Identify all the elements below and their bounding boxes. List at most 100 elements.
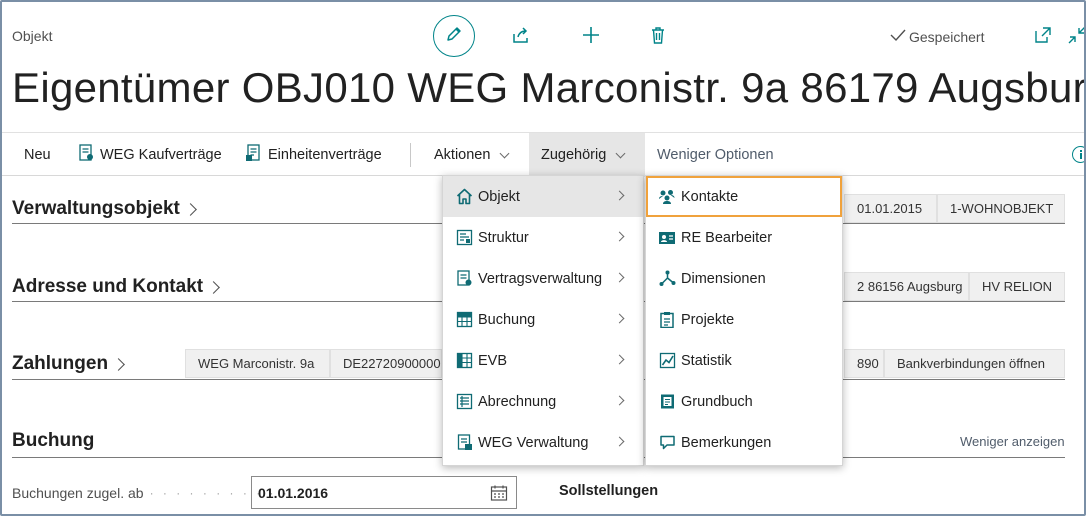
summary-chip[interactable]: 01.01.2015 [844,194,937,223]
section-verwaltungsobjekt-title: Verwaltungsobjekt [12,198,180,219]
chevron-right-icon [614,354,625,365]
collapse-icon [1067,25,1084,50]
chevron-right-icon [614,272,625,283]
menu-item-struktur[interactable]: Struktur [443,217,643,258]
collapse-button[interactable] [1066,25,1084,50]
weg-kaufvertraege-button[interactable]: WEG Kaufverträge [78,133,222,177]
info-icon[interactable] [1072,146,1084,163]
menu-item-vertragsverwaltung[interactable]: Vertragsverwaltung [443,258,643,299]
weg-admin-icon [455,434,473,452]
contract-icon [455,270,473,288]
dimensions-icon [658,270,676,288]
aktionen-menu-button[interactable]: Aktionen [434,133,510,177]
chevron-right-icon [184,202,197,216]
edit-button[interactable] [433,15,475,57]
aktionen-label: Aktionen [434,147,491,163]
open-new-window-button[interactable] [1032,26,1054,48]
weniger-anzeigen-link[interactable]: Weniger anzeigen [960,434,1065,449]
checkmark-icon [890,28,906,45]
zugehoerig-label: Zugehörig [541,147,607,163]
calendar-icon[interactable] [490,484,508,505]
menu-item-label: Kontakte [681,188,739,205]
section-zahlungen-title: Zahlungen [12,353,109,374]
submenu-item-kontakte[interactable]: Kontakte [646,176,842,217]
page-frame: Objekt Gespeichert Eigentümer OBJ010 WEG… [0,0,1086,516]
share-button[interactable] [510,26,532,48]
chevron-right-icon [614,436,625,447]
submenu-item-re-bearbeiter[interactable]: RE Bearbeiter [646,217,842,258]
submenu-item-statistik[interactable]: Statistik [646,340,842,381]
chevron-right-icon [112,357,125,371]
breadcrumb[interactable]: Objekt [12,28,52,44]
saved-status: Gespeichert [890,28,984,45]
zugehoerig-menu-button[interactable]: Zugehörig [529,133,645,177]
chevron-down-icon [615,148,626,158]
field-value: 01.01.2016 [258,484,329,501]
saved-status-label: Gespeichert [909,28,985,45]
menu-item-abrechnung[interactable]: Abrechnung [443,381,643,422]
statistics-icon [658,352,676,370]
chevron-right-icon [614,190,625,201]
new-button[interactable]: Neu [24,133,51,177]
menu-item-label: EVB [478,352,508,369]
section-adresse-kontakt[interactable]: Adresse und Kontakt [12,276,220,298]
new-record-button[interactable] [580,26,602,48]
zugehoerig-dropdown-menu: Objekt Struktur Vertragsverwaltung Buchu… [442,175,644,466]
contract-icon [78,144,95,166]
summary-chip[interactable]: 890 [844,349,884,378]
submenu-item-grundbuch[interactable]: Grundbuch [646,381,842,422]
action-bar-separator [410,143,411,167]
section-buchung[interactable]: Buchung [12,430,94,452]
chevron-right-icon [207,280,220,294]
buchungen-zugel-ab-field[interactable]: 01.01.2016 [251,476,517,509]
summary-chip[interactable]: HV RELION [969,272,1065,301]
menu-item-label: Vertragsverwaltung [478,270,603,287]
section-zahlungen[interactable]: Zahlungen [12,353,125,375]
section-buchung-title: Buchung [12,430,95,451]
summary-chip[interactable]: 1-WOHNOBJEKT [937,194,1065,223]
field-label-text: Buchungen zugel. ab [12,485,144,501]
chevron-right-icon [614,231,625,242]
delete-button[interactable] [647,26,669,48]
section-verwaltungsobjekt[interactable]: Verwaltungsobjekt [12,198,197,220]
menu-item-buchung[interactable]: Buchung [443,299,643,340]
share-icon [511,25,531,50]
menu-item-objekt[interactable]: Objekt [443,176,643,217]
menu-item-label: Struktur [478,229,529,246]
trash-icon [648,25,668,50]
summary-chip[interactable]: WEG Marconistr. 9a [185,349,330,378]
chevron-right-icon [614,395,625,406]
menu-item-label: Objekt [478,188,520,205]
plus-icon [581,25,601,50]
chevron-down-icon [499,148,510,158]
summary-chip[interactable]: 2 86156 Augsburg [844,272,969,301]
objekt-submenu: Kontakte RE Bearbeiter Dimensionen Proje… [645,175,843,466]
page-title: Eigentümer OBJ010 WEG Marconistr. 9a 861… [12,64,1086,111]
menu-item-label: Grundbuch [681,393,753,410]
sollstellungen-heading: Sollstellungen [559,483,659,499]
comment-icon [658,434,676,452]
submenu-item-bemerkungen[interactable]: Bemerkungen [646,422,842,463]
menu-item-label: Statistik [681,352,732,369]
menu-item-evb[interactable]: EVB [443,340,643,381]
new-button-label: Neu [24,147,51,163]
einheitenvertraege-button[interactable]: Einheitenverträge [245,133,382,177]
submenu-item-dimensionen[interactable]: Dimensionen [646,258,842,299]
billing-icon [455,393,473,411]
menu-item-label: Abrechnung [478,393,557,410]
weniger-optionen-button[interactable]: Weniger Optionen [657,133,774,177]
submenu-item-projekte[interactable]: Projekte [646,299,842,340]
summary-chip[interactable]: Bankverbindungen öffnen [884,349,1065,378]
weg-kaufvertraege-label: WEG Kaufverträge [100,147,222,163]
info-icon-bar [1080,153,1082,159]
id-card-icon [658,229,676,247]
menu-item-label: Dimensionen [681,270,766,287]
section-adresse-kontakt-title: Adresse und Kontakt [12,276,204,297]
contacts-icon [658,188,676,206]
einheitenvertraege-label: Einheitenverträge [268,147,382,163]
menu-item-weg-verwaltung[interactable]: WEG Verwaltung [443,422,643,463]
chevron-right-icon [614,313,625,324]
structure-icon [455,229,473,247]
weniger-optionen-label: Weniger Optionen [657,147,774,163]
summary-chip[interactable]: DE227209000000 [330,349,442,378]
